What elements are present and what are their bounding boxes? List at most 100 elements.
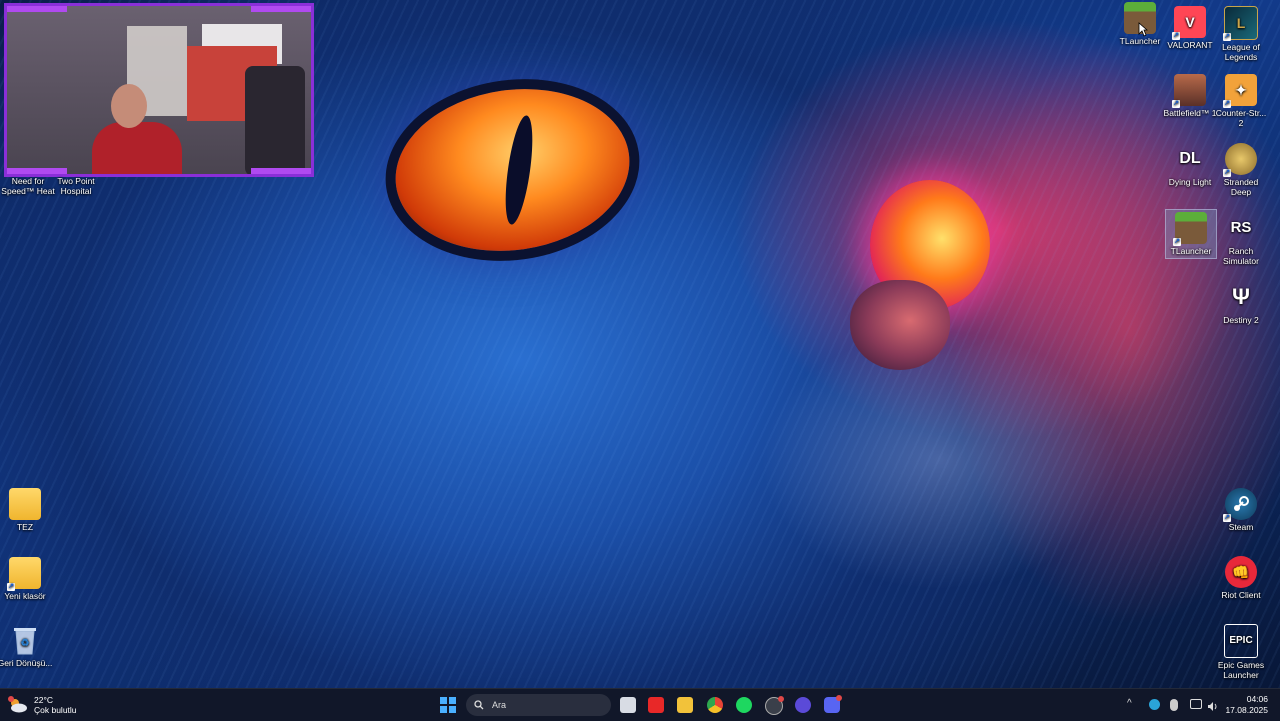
weather-description: Çok bulutlu: [34, 705, 77, 715]
obs-icon[interactable]: [765, 696, 784, 715]
shortcut-arrow-icon: ↗: [1172, 100, 1180, 108]
desktop-icon-yeni-klasor[interactable]: ↗ Yeni klasör: [0, 557, 53, 601]
webcam-person-body: [92, 122, 182, 174]
desktop-icon-counter-strike-2[interactable]: ✦ ↗ Counter-Str... 2: [1213, 74, 1269, 128]
svg-text:♻: ♻: [21, 638, 30, 649]
desktop-icon-two-point-hospital[interactable]: Two Point Hospital: [48, 176, 104, 196]
icon-label: Destiny 2: [1223, 315, 1259, 325]
weather-text: 22°C Çok bulutlu: [34, 695, 77, 715]
icon-label: TLauncher: [1170, 246, 1212, 256]
shortcut-arrow-icon: ↗: [1172, 32, 1180, 40]
shortcut-arrow-icon: ↗: [1223, 100, 1231, 108]
spotify-icon[interactable]: [736, 697, 752, 713]
icon-label: Ranch Simulator: [1223, 246, 1259, 266]
webcam-gaming-chair: [245, 66, 305, 174]
webcam-frame-accent: [7, 168, 67, 174]
icon-label: Stranded Deep: [1223, 177, 1259, 197]
desktop-icon-tez[interactable]: TEZ: [0, 488, 53, 532]
webcam-person-head: [111, 84, 147, 128]
shortcut-arrow-icon: ↗: [1173, 238, 1181, 246]
icon-label: Steam: [1228, 522, 1254, 532]
start-button[interactable]: [440, 697, 456, 713]
counter-strike-icon: ✦ ↗: [1223, 74, 1257, 108]
riot-client-icon: 👊: [1225, 556, 1257, 588]
desktop-icon-riot-client[interactable]: 👊 Riot Client: [1213, 556, 1269, 600]
webcam-overlay: [4, 3, 314, 177]
wallpaper-muzzle: [760, 330, 1120, 590]
dying-light-icon: DL: [1179, 150, 1201, 167]
wallpaper-cat-nose: [850, 280, 950, 370]
webcam-frame-accent: [251, 6, 311, 12]
volume-icon[interactable]: [1207, 699, 1217, 711]
icon-label: TEZ: [16, 522, 34, 532]
search-placeholder: Ara: [492, 700, 507, 710]
recycle-bin-icon: ♻: [9, 624, 41, 656]
webcam-frame-accent: [251, 168, 311, 174]
shortcut-arrow-icon: ↗: [7, 583, 15, 591]
battlefield-icon: ↗: [1172, 74, 1206, 108]
valorant-icon: V ↗: [1172, 6, 1206, 40]
security-shield-icon[interactable]: [1149, 699, 1160, 710]
discord-icon[interactable]: [824, 695, 842, 713]
destiny-icon: Ψ: [1232, 284, 1250, 309]
epic-games-icon: EPIC: [1224, 624, 1258, 658]
clock-time: 04:06: [1246, 694, 1268, 704]
shortcut-arrow-icon: ↗: [1223, 33, 1231, 41]
desktop-icon-stranded-deep[interactable]: ↗ Stranded Deep: [1213, 143, 1269, 197]
search-icon: [474, 700, 484, 710]
icon-label: TLauncher: [1119, 36, 1161, 46]
twitch-icon[interactable]: [795, 697, 811, 713]
weather-widget[interactable]: 22°C Çok bulutlu: [8, 693, 77, 717]
system-clock[interactable]: 04:06 17.08.2025: [1225, 694, 1268, 716]
notification-badge: [778, 696, 784, 702]
mouse-cursor-icon: [1138, 22, 1148, 37]
steam-icon: ↗: [1223, 488, 1257, 522]
taskbar-search[interactable]: Ara: [466, 694, 611, 716]
windows-logo-icon: [449, 697, 456, 704]
windows-logo-icon: [440, 706, 447, 713]
icon-label: League of Legends: [1222, 42, 1260, 62]
weather-alert-badge: [8, 696, 14, 702]
icon-label: Two Point Hospital: [57, 176, 95, 196]
clock-date: 17.08.2025: [1225, 705, 1268, 715]
notification-badge: [836, 695, 842, 701]
youtube-icon[interactable]: [648, 697, 664, 713]
shortcut-arrow-icon: ↗: [1223, 514, 1231, 522]
icon-label: Epic Games Launcher: [1217, 660, 1265, 680]
microphone-icon[interactable]: [1170, 699, 1178, 711]
chrome-icon[interactable]: [707, 697, 723, 713]
icon-label: Dying Light: [1168, 177, 1212, 187]
desktop-icon-destiny-2[interactable]: Ψ Destiny 2: [1213, 281, 1269, 326]
league-of-legends-icon: L ↗: [1223, 6, 1258, 41]
icon-label: Battlefield™ 1: [1163, 108, 1217, 118]
network-icon[interactable]: [1190, 699, 1202, 709]
webcam-frame-accent: [7, 6, 67, 12]
desktop-icon-steam[interactable]: ↗ Steam: [1213, 488, 1269, 532]
icon-label: Riot Client: [1221, 590, 1261, 600]
weather-temperature: 22°C: [34, 695, 53, 705]
icon-label: VALORANT: [1167, 40, 1213, 50]
icon-label: Counter-Str... 2: [1215, 108, 1267, 128]
desktop-icon-league-of-legends[interactable]: L ↗ League of Legends: [1213, 6, 1269, 62]
shortcut-arrow-icon: ↗: [1223, 169, 1231, 177]
cloud-weather-icon: [8, 696, 28, 713]
taskbar: 22°C Çok bulutlu Ara ^ 04:06 17.08.2025: [0, 688, 1280, 721]
file-explorer-icon[interactable]: [677, 697, 693, 713]
desktop-icon-recycle-bin[interactable]: ♻ Geri Dönüşü...: [0, 624, 53, 668]
icon-label: Geri Dönüşü...: [0, 658, 53, 668]
stranded-deep-icon: ↗: [1223, 143, 1257, 177]
show-hidden-icons-chevron-icon[interactable]: ^: [1127, 698, 1132, 709]
desktop-icon-epic-games-launcher[interactable]: EPIC Epic Games Launcher: [1213, 624, 1269, 680]
task-view-icon[interactable]: [620, 697, 636, 713]
windows-logo-icon: [449, 706, 456, 713]
desktop-icon-dying-light[interactable]: DL Dying Light: [1162, 143, 1218, 188]
tlauncher-icon: ↗: [1173, 212, 1207, 246]
desktop-icon-tlauncher-selected[interactable]: ↗ TLauncher: [1165, 209, 1217, 259]
desktop-icon-battlefield-1[interactable]: ↗ Battlefield™ 1: [1162, 74, 1218, 118]
desktop-icon-valorant[interactable]: V ↗ VALORANT: [1162, 6, 1218, 50]
folder-icon: ↗: [7, 557, 41, 591]
folder-icon: [9, 488, 41, 520]
ranch-simulator-icon: RS: [1230, 219, 1252, 236]
desktop-icon-ranch-simulator[interactable]: RS Ranch Simulator: [1213, 212, 1269, 266]
windows-logo-icon: [440, 697, 447, 704]
